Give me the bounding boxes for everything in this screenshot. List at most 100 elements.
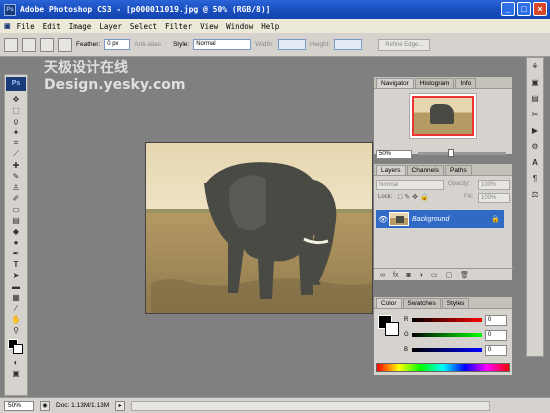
tab-channels[interactable]: Channels: [406, 165, 444, 175]
b-input[interactable]: 0: [485, 344, 507, 356]
path-select-icon[interactable]: ➤: [10, 270, 22, 280]
zoom-level-input[interactable]: 50%: [4, 400, 34, 411]
crop-tool-icon[interactable]: ⌗: [10, 138, 22, 148]
close-button[interactable]: ×: [533, 2, 547, 16]
r-slider[interactable]: [412, 318, 482, 322]
height-input[interactable]: [334, 39, 363, 50]
antialias-label[interactable]: Anti-alias: [134, 41, 161, 48]
navigator-zoom-slider[interactable]: [418, 149, 506, 157]
minimize-button[interactable]: _: [501, 2, 515, 16]
slice-tool-icon[interactable]: ⟋: [10, 149, 22, 159]
watermark: 天极设计在线 Design.yesky.com: [44, 60, 185, 94]
screen-mode-icon[interactable]: ▣: [10, 368, 22, 378]
g-slider[interactable]: [412, 333, 482, 337]
magic-wand-icon[interactable]: ✦: [10, 127, 22, 137]
type-tool-icon[interactable]: T: [10, 259, 22, 269]
tools-icon[interactable]: ✂: [530, 110, 540, 120]
navigator-zoom-input[interactable]: 50%: [376, 150, 412, 159]
history-brush-icon[interactable]: ✐: [10, 193, 22, 203]
hand-tool-icon[interactable]: ✋: [10, 314, 22, 324]
layer-name[interactable]: Background: [412, 216, 449, 223]
status-menu-icon[interactable]: ◉: [40, 400, 50, 411]
menu-help[interactable]: Help: [261, 22, 279, 31]
r-input[interactable]: 0: [485, 314, 507, 326]
style-select[interactable]: Normal: [193, 39, 252, 50]
tab-swatches[interactable]: Swatches: [402, 298, 441, 308]
tab-paths[interactable]: Paths: [444, 165, 472, 175]
menu-select[interactable]: Select: [130, 22, 157, 31]
layer-style-icon[interactable]: fx: [393, 272, 398, 279]
new-selection-icon[interactable]: [22, 37, 36, 52]
tab-layers[interactable]: Layers: [376, 165, 406, 175]
tab-navigator[interactable]: Navigator: [376, 78, 414, 88]
b-slider[interactable]: [412, 348, 482, 352]
color-swatches[interactable]: [6, 337, 26, 355]
menu-image[interactable]: Image: [69, 22, 92, 31]
zoom-tool-icon[interactable]: ⚲: [10, 325, 22, 335]
menu-filter[interactable]: Filter: [165, 22, 192, 31]
subtract-selection-icon[interactable]: [58, 37, 72, 52]
marquee-tool-icon[interactable]: ⬚: [10, 105, 22, 115]
adjustment-layer-icon[interactable]: ◑: [419, 272, 423, 279]
lasso-tool-icon[interactable]: ϙ: [10, 116, 22, 126]
paragraph-icon[interactable]: ¶: [530, 174, 540, 184]
elephant-photo: [146, 143, 372, 313]
brush-tool-icon[interactable]: ✎: [10, 171, 22, 181]
tab-color[interactable]: Color: [376, 298, 402, 308]
eraser-icon[interactable]: ▭: [10, 204, 22, 214]
link-layers-icon[interactable]: ∞: [380, 272, 385, 279]
fill-input[interactable]: 100%: [478, 193, 510, 203]
brushes-icon[interactable]: ⚘: [530, 62, 540, 72]
color-spectrum-bar[interactable]: [376, 363, 510, 372]
new-group-icon[interactable]: ▭: [431, 271, 438, 279]
tab-info[interactable]: Info: [455, 78, 477, 88]
menu-app-icon[interactable]: ▣: [4, 22, 11, 30]
tab-histogram[interactable]: Histogram: [414, 78, 455, 88]
marquee-tool-preset-icon[interactable]: [4, 37, 18, 52]
eyedropper-icon[interactable]: ⁄: [10, 303, 22, 313]
blend-mode-select[interactable]: Normal: [376, 180, 444, 190]
layer-mask-icon[interactable]: ◙: [406, 272, 410, 279]
blur-tool-icon[interactable]: ◆: [10, 226, 22, 236]
history-icon[interactable]: ⚙: [530, 142, 540, 152]
lock-icons[interactable]: □✎✥🔒: [398, 193, 431, 201]
opacity-input[interactable]: 100%: [478, 180, 510, 190]
tab-styles[interactable]: Styles: [441, 298, 470, 308]
width-input[interactable]: [277, 39, 306, 50]
move-tool-icon[interactable]: ✥: [10, 94, 22, 104]
background-color-swatch[interactable]: [385, 322, 399, 336]
menu-window[interactable]: Window: [226, 22, 253, 31]
menu-edit[interactable]: Edit: [43, 22, 61, 31]
actions-icon[interactable]: ▶: [530, 126, 540, 136]
quick-mask-icon[interactable]: ◐: [10, 357, 22, 367]
add-selection-icon[interactable]: [40, 37, 54, 52]
g-input[interactable]: 0: [485, 329, 507, 341]
horizontal-scrollbar[interactable]: [131, 400, 490, 411]
document-canvas[interactable]: [145, 142, 373, 314]
status-arrow-icon[interactable]: ▸: [115, 400, 126, 411]
healing-brush-icon[interactable]: ✚: [10, 160, 22, 170]
layer-row-background[interactable]: 👁 Background 🔒: [376, 210, 504, 228]
clone-source-icon[interactable]: ⚖: [530, 190, 540, 200]
layer-comps-icon[interactable]: ▤: [530, 94, 540, 104]
menu-file[interactable]: File: [17, 22, 35, 31]
refine-edge-button[interactable]: Refine Edge...: [378, 38, 431, 51]
dodge-tool-icon[interactable]: ●: [10, 237, 22, 247]
notes-tool-icon[interactable]: ▦: [10, 292, 22, 302]
toolbox: Ps ✥ ⬚ ϙ ✦ ⌗ ⟋ ✚ ✎ ♙ ✐ ▭ ▤ ◆ ● ✒ T ➤ ▬ ▦…: [4, 74, 28, 396]
feather-input[interactable]: 0 px: [104, 39, 131, 50]
pen-tool-icon[interactable]: ✒: [10, 248, 22, 258]
shape-tool-icon[interactable]: ▬: [10, 281, 22, 291]
eye-icon[interactable]: 👁: [378, 215, 388, 224]
menu-view[interactable]: View: [200, 22, 218, 31]
navigator-preview[interactable]: [409, 93, 477, 139]
tool-presets-icon[interactable]: ▣: [530, 78, 540, 88]
maximize-button[interactable]: □: [517, 2, 531, 16]
character-icon[interactable]: A: [530, 158, 540, 168]
clone-stamp-icon[interactable]: ♙: [10, 182, 22, 192]
menu-layer[interactable]: Layer: [99, 22, 122, 31]
new-layer-icon[interactable]: ▢: [446, 271, 453, 279]
gradient-tool-icon[interactable]: ▤: [10, 215, 22, 225]
status-bar: 50% ◉ Doc: 1.13M/1.13M ▸: [0, 397, 550, 413]
delete-layer-icon[interactable]: 🗑: [460, 271, 469, 279]
